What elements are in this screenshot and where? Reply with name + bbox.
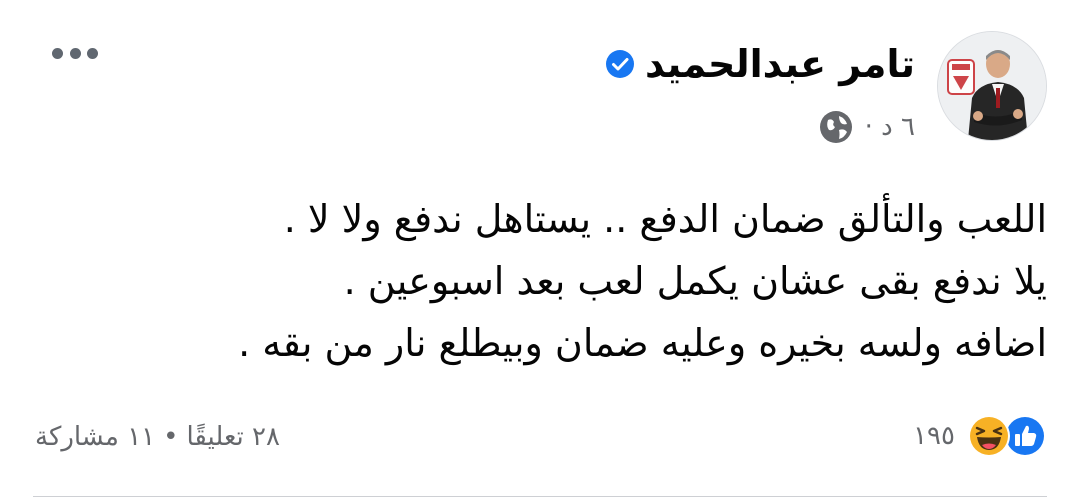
more-options-icon [69,47,81,59]
more-options-icon [52,47,63,59]
haha-reaction-icon [968,415,1010,457]
more-options-icon [87,47,98,59]
footer-divider [33,496,1047,497]
post-timestamp[interactable]: ٦ د · [865,112,915,142]
stats-separator: • [163,422,179,452]
post-text-line: اضافه ولسه بخيره وعليه ضمان وبيطلع نار م… [238,321,1047,365]
post-text-line: يلا ندفع بقى عشان يكمل لعب بعد اسبوعين . [343,259,1047,303]
avatar-image [938,32,1046,140]
post-text-line: اللعب والتألق ضمان الدفع .. يستاهل ندفع … [283,197,1047,241]
post-body: اللعب والتألق ضمان الدفع .. يستاهل ندفع … [47,188,1047,374]
shares-count-link[interactable]: ١١ مشاركة [35,422,155,452]
comments-count-link[interactable]: ٢٨ تعليقًا [186,422,280,452]
more-options-button[interactable] [52,40,98,66]
author-name[interactable]: تامر عبدالحميد [645,42,915,86]
reaction-count: ١٩٥ [913,421,955,451]
reactions-summary[interactable]: ١٩٥ [913,411,1047,461]
verified-badge-icon [606,50,635,78]
globe-icon[interactable] [819,110,853,144]
author-avatar[interactable] [937,31,1047,141]
engagement-stats: ٢٨ تعليقًا • ١١ مشاركة [35,418,280,456]
